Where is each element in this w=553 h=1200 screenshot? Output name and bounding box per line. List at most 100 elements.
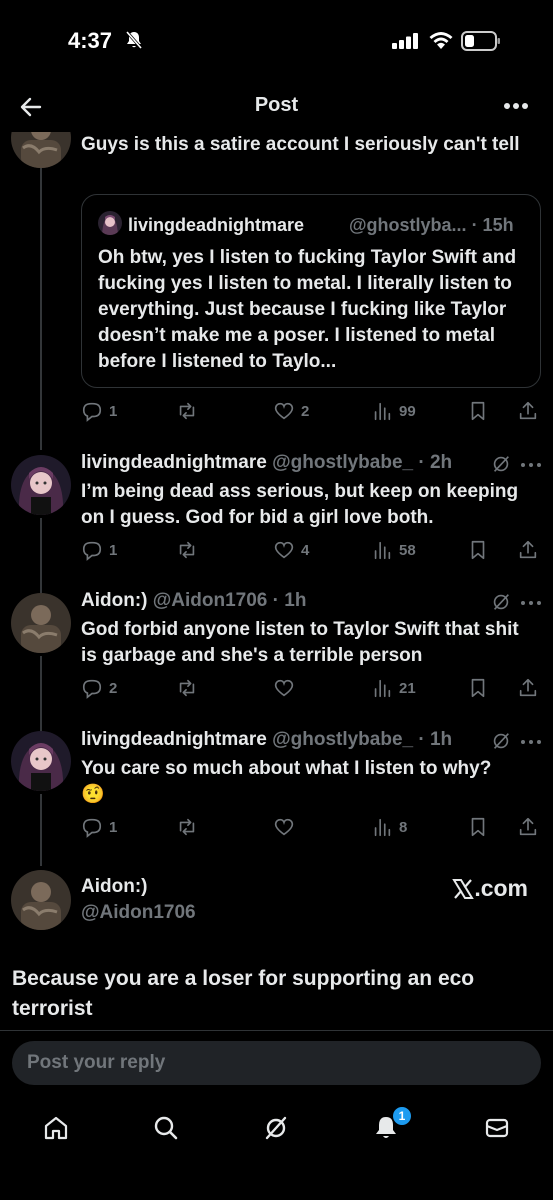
author-handle[interactable]: @Aidon1706: [153, 590, 268, 611]
bookmark-icon: [471, 540, 485, 560]
views-button[interactable]: 21: [371, 675, 416, 701]
like-button[interactable]: [273, 675, 301, 701]
share-button[interactable]: [517, 675, 539, 701]
repost-icon: [179, 679, 195, 697]
bookmark-icon: [471, 678, 485, 698]
views-count: 8: [399, 818, 408, 836]
share-button[interactable]: [517, 398, 539, 424]
views-button[interactable]: 8: [371, 814, 407, 840]
heart-icon: [274, 402, 294, 420]
heart-icon: [274, 541, 294, 559]
avatar[interactable]: [11, 455, 71, 515]
more-options-button[interactable]: [501, 94, 531, 118]
views-icon: [374, 679, 391, 698]
post-time: · 1h: [272, 590, 307, 611]
x-com-text: .com: [474, 875, 528, 901]
action-row: 2 21: [81, 675, 541, 701]
avatar[interactable]: [11, 870, 71, 930]
grok-icon[interactable]: [490, 591, 512, 613]
more-icon[interactable]: [518, 732, 544, 752]
views-icon: [374, 541, 391, 560]
reply-icon: [82, 541, 102, 561]
cellular-signal-icon: [392, 33, 418, 49]
views-button[interactable]: 99: [371, 398, 416, 424]
repost-button[interactable]: [176, 537, 198, 563]
bookmark-button[interactable]: [467, 537, 489, 563]
like-count: 2: [301, 402, 310, 420]
bookmark-icon: [471, 401, 485, 421]
reply-input[interactable]: Post your reply: [12, 1041, 541, 1085]
tab-grok[interactable]: [260, 1112, 292, 1144]
bookmark-button[interactable]: [467, 675, 489, 701]
bottom-tab-bar: [0, 1100, 553, 1160]
author-name[interactable]: Aidon:): [81, 590, 147, 611]
author-name[interactable]: Aidon:): [81, 876, 147, 898]
repost-icon: [179, 541, 195, 559]
reply-text: God forbid anyone listen to Taylor Swift…: [81, 619, 519, 666]
x-logo-icon: [452, 878, 475, 899]
grok-icon[interactable]: [490, 453, 512, 475]
quote-author-handle: @ghostlyba... · 15h: [349, 215, 514, 235]
thread-line: [40, 794, 42, 866]
share-button[interactable]: [517, 537, 539, 563]
reply-button[interactable]: 1: [81, 398, 117, 424]
reply-button[interactable]: 2: [81, 675, 117, 701]
author-name[interactable]: livingdeadnightmare: [81, 452, 267, 473]
quoted-post[interactable]: livingdeadnightmare @ghostlyba... · 15h …: [81, 194, 541, 388]
reply-button[interactable]: 1: [81, 814, 117, 840]
like-button[interactable]: 2: [273, 398, 309, 424]
home-icon: [44, 1116, 68, 1140]
more-icon[interactable]: [518, 593, 544, 613]
bookmark-icon: [471, 817, 485, 837]
reply-icon: [82, 818, 102, 838]
repost-button[interactable]: [176, 398, 198, 424]
like-button[interactable]: 4: [273, 537, 309, 563]
share-icon: [519, 540, 537, 559]
like-count: 4: [301, 541, 310, 559]
quote-avatar: [98, 211, 122, 235]
thread-line: [40, 518, 42, 593]
heart-icon: [274, 818, 294, 836]
views-button[interactable]: 58: [371, 537, 416, 563]
reply-button[interactable]: 1: [81, 537, 117, 563]
reply-count: 1: [109, 541, 118, 559]
header: Post: [0, 84, 553, 128]
notification-badge: 1: [392, 1106, 412, 1126]
status-bar: 4:37: [0, 0, 553, 80]
author-handle[interactable]: @ghostlybabe_: [272, 452, 413, 473]
reply-header: livingdeadnightmare @ghostlybabe_ · 1h: [81, 729, 452, 751]
reply-count: 1: [109, 818, 118, 836]
grok-icon[interactable]: [490, 730, 512, 752]
bookmark-button[interactable]: [467, 398, 489, 424]
views-icon: [374, 402, 391, 421]
author-handle[interactable]: @ghostlybabe_: [272, 729, 413, 750]
author-handle[interactable]: @Aidon1706: [81, 902, 196, 924]
share-button[interactable]: [517, 814, 539, 840]
reply-count: 1: [109, 402, 118, 420]
x-com-watermark: .com: [452, 875, 528, 902]
reply-text: I’m being dead ass serious, but keep on …: [81, 481, 519, 528]
thread-line: [40, 656, 42, 731]
tab-messages[interactable]: [481, 1112, 513, 1144]
bookmark-button[interactable]: [467, 814, 489, 840]
author-name[interactable]: livingdeadnightmare: [81, 729, 267, 750]
repost-button[interactable]: [176, 814, 198, 840]
reply-count: 2: [109, 679, 118, 697]
battery-icon: [461, 31, 500, 51]
wifi-icon: [429, 32, 453, 49]
post-time: · 1h: [418, 729, 453, 750]
repost-button[interactable]: [176, 675, 198, 701]
avatar[interactable]: [11, 731, 71, 791]
status-time: 4:37: [68, 28, 113, 53]
views-count: 99: [399, 402, 416, 420]
action-row: 1 2 99: [81, 398, 541, 424]
like-button[interactable]: [273, 814, 301, 840]
reply-icon: [82, 402, 102, 422]
grok-icon: [265, 1116, 287, 1140]
main-post-text: Because you are a loser for supporting a…: [12, 967, 475, 1020]
raised-eyebrow-emoji: 🤨: [81, 784, 105, 805]
tab-home[interactable]: [40, 1112, 72, 1144]
tab-search[interactable]: [150, 1112, 182, 1144]
more-icon[interactable]: [518, 455, 544, 475]
avatar[interactable]: [11, 593, 71, 653]
